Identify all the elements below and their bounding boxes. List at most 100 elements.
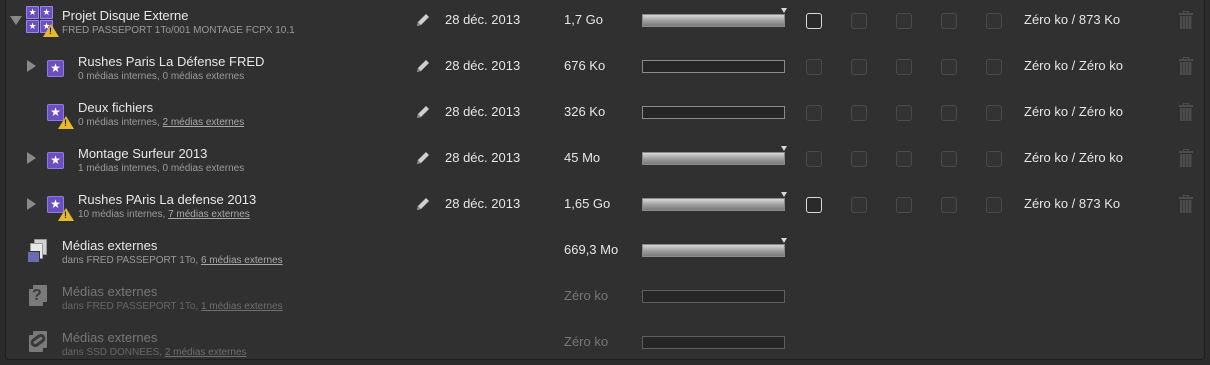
checkbox[interactable] — [986, 59, 1002, 75]
checkbox[interactable] — [986, 197, 1002, 213]
warning-icon — [43, 24, 59, 37]
checkbox[interactable] — [896, 59, 912, 75]
warning-icon — [58, 208, 74, 221]
usage-bar — [642, 8, 787, 27]
checkbox[interactable] — [941, 151, 957, 167]
trash-icon[interactable] — [1179, 11, 1193, 29]
size-label: 45 Mo — [564, 150, 601, 165]
event-title: Rushes Paris La Défense FRED — [78, 54, 265, 69]
render-usage-label: Zéro ko / 873 Ko — [1024, 196, 1121, 211]
event-row[interactable]: ★ Deux fichiers 0 médias internes, 2 méd… — [6, 92, 1206, 138]
usage-bar — [642, 336, 785, 349]
render-usage-label: Zéro ko / Zéro ko — [1024, 150, 1123, 165]
disclosure-triangle-right-icon[interactable] — [27, 198, 36, 210]
trash-icon[interactable] — [1179, 103, 1193, 121]
checkbox[interactable] — [986, 105, 1002, 121]
disclosure-triangle-right-icon[interactable] — [27, 152, 36, 164]
external-media-link[interactable]: 7 médias externes — [168, 209, 250, 220]
event-row[interactable]: ★ Rushes Paris La Défense FRED 0 médias … — [6, 46, 1206, 92]
library-row[interactable]: ★ ★ ★ ★ Projet Disque Externe FRED PASSE… — [6, 0, 1206, 46]
subtitle-text: dans FRED PASSEPORT 1To, — [62, 301, 201, 312]
render-usage-label: Zéro ko / Zéro ko — [1024, 104, 1123, 119]
usage-bar — [642, 106, 785, 119]
event-row[interactable]: ★ Rushes PAris La defense 2013 10 médias… — [6, 184, 1206, 230]
subtitle-text: 0 médias internes, — [78, 117, 163, 128]
library-properties-panel: ★ ★ ★ ★ Projet Disque Externe FRED PASSE… — [5, 0, 1205, 360]
media-subtitle: dans FRED PASSEPORT 1To, 1 médias extern… — [62, 301, 283, 312]
usage-bar — [642, 192, 787, 211]
external-media-icon — [27, 239, 49, 265]
checkbox[interactable] — [896, 13, 912, 29]
event-star-icon: ★ — [47, 60, 64, 77]
checkbox[interactable] — [806, 151, 822, 167]
usage-bar — [642, 238, 787, 257]
external-media-link[interactable]: 2 médias externes — [165, 347, 247, 358]
usage-bar — [642, 146, 787, 165]
trash-icon[interactable] — [1179, 195, 1193, 213]
checkbox[interactable] — [806, 59, 822, 75]
checkbox[interactable] — [941, 59, 957, 75]
external-media-row[interactable]: Médias externes dans SSD DONNEES, 2 médi… — [6, 322, 1206, 365]
checkbox[interactable] — [896, 197, 912, 213]
checkbox[interactable] — [851, 59, 867, 75]
media-subtitle: dans SSD DONNEES, 2 médias externes — [62, 347, 247, 358]
media-title: Médias externes — [62, 330, 158, 345]
usage-bar — [642, 290, 785, 303]
checkbox[interactable] — [851, 151, 867, 167]
external-media-link[interactable]: 2 médias externes — [163, 117, 245, 128]
checkbox[interactable] — [986, 151, 1002, 167]
checkbox[interactable] — [806, 197, 822, 213]
checkbox[interactable] — [941, 13, 957, 29]
subtitle-text: dans FRED PASSEPORT 1To, — [62, 255, 201, 266]
size-label: Zéro ko — [564, 334, 609, 349]
event-subtitle: 0 médias internes, 2 médias externes — [78, 117, 244, 128]
library-subtitle: FRED PASSEPORT 1To/001 MONTAGE FCPX 10.1 — [62, 25, 295, 36]
event-row[interactable]: ★ Montage Surfeur 2013 1 médias internes… — [6, 138, 1206, 184]
pencil-icon[interactable] — [415, 196, 431, 212]
checkbox[interactable] — [941, 105, 957, 121]
event-subtitle: 1 médias internes, 0 médias externes — [78, 163, 245, 174]
subtitle-text: 10 médias internes, — [78, 209, 169, 220]
disclosure-triangle-down-icon[interactable] — [10, 16, 22, 25]
date-label: 28 déc. 2013 — [445, 12, 521, 27]
checkbox[interactable] — [851, 105, 867, 121]
pencil-icon[interactable] — [415, 104, 431, 120]
render-usage-label: Zéro ko / 873 Ko — [1024, 12, 1121, 27]
pencil-icon[interactable] — [415, 150, 431, 166]
pencil-icon[interactable] — [415, 12, 431, 28]
usage-bar — [642, 60, 785, 73]
trash-icon[interactable] — [1179, 57, 1193, 75]
external-media-link[interactable]: 6 médias externes — [201, 255, 283, 266]
date-label: 28 déc. 2013 — [445, 58, 521, 73]
size-label: 1,7 Go — [564, 12, 604, 27]
checkbox[interactable] — [896, 105, 912, 121]
trash-icon[interactable] — [1179, 149, 1193, 167]
size-label: 669,3 Mo — [564, 242, 619, 257]
size-label: 676 Ko — [564, 58, 606, 73]
event-subtitle: 0 médias internes, 0 médias externes — [78, 71, 245, 82]
checkbox[interactable] — [851, 13, 867, 29]
size-label: Zéro ko — [564, 288, 609, 303]
checkbox[interactable] — [896, 151, 912, 167]
checkbox[interactable] — [806, 105, 822, 121]
missing-media-icon: ? — [27, 285, 49, 311]
subtitle-text: dans SSD DONNEES, — [62, 347, 165, 358]
checkbox[interactable] — [851, 197, 867, 213]
media-title: Médias externes — [62, 284, 158, 299]
external-media-link[interactable]: 1 médias externes — [201, 301, 283, 312]
date-label: 28 déc. 2013 — [445, 104, 521, 119]
event-title: Deux fichiers — [78, 100, 154, 115]
external-media-row[interactable]: Médias externes dans FRED PASSEPORT 1To,… — [6, 230, 1206, 276]
event-title: Montage Surfeur 2013 — [78, 146, 208, 161]
disclosure-triangle-right-icon[interactable] — [27, 60, 36, 72]
render-usage-label: Zéro ko / Zéro ko — [1024, 58, 1123, 73]
media-title: Médias externes — [62, 238, 158, 253]
event-title: Rushes PAris La defense 2013 — [78, 192, 257, 207]
linked-media-icon — [27, 331, 49, 357]
external-media-row[interactable]: ? Médias externes dans FRED PASSEPORT 1T… — [6, 276, 1206, 322]
date-label: 28 déc. 2013 — [445, 150, 521, 165]
checkbox[interactable] — [941, 197, 957, 213]
checkbox[interactable] — [986, 13, 1002, 29]
pencil-icon[interactable] — [415, 58, 431, 74]
checkbox[interactable] — [806, 13, 822, 29]
